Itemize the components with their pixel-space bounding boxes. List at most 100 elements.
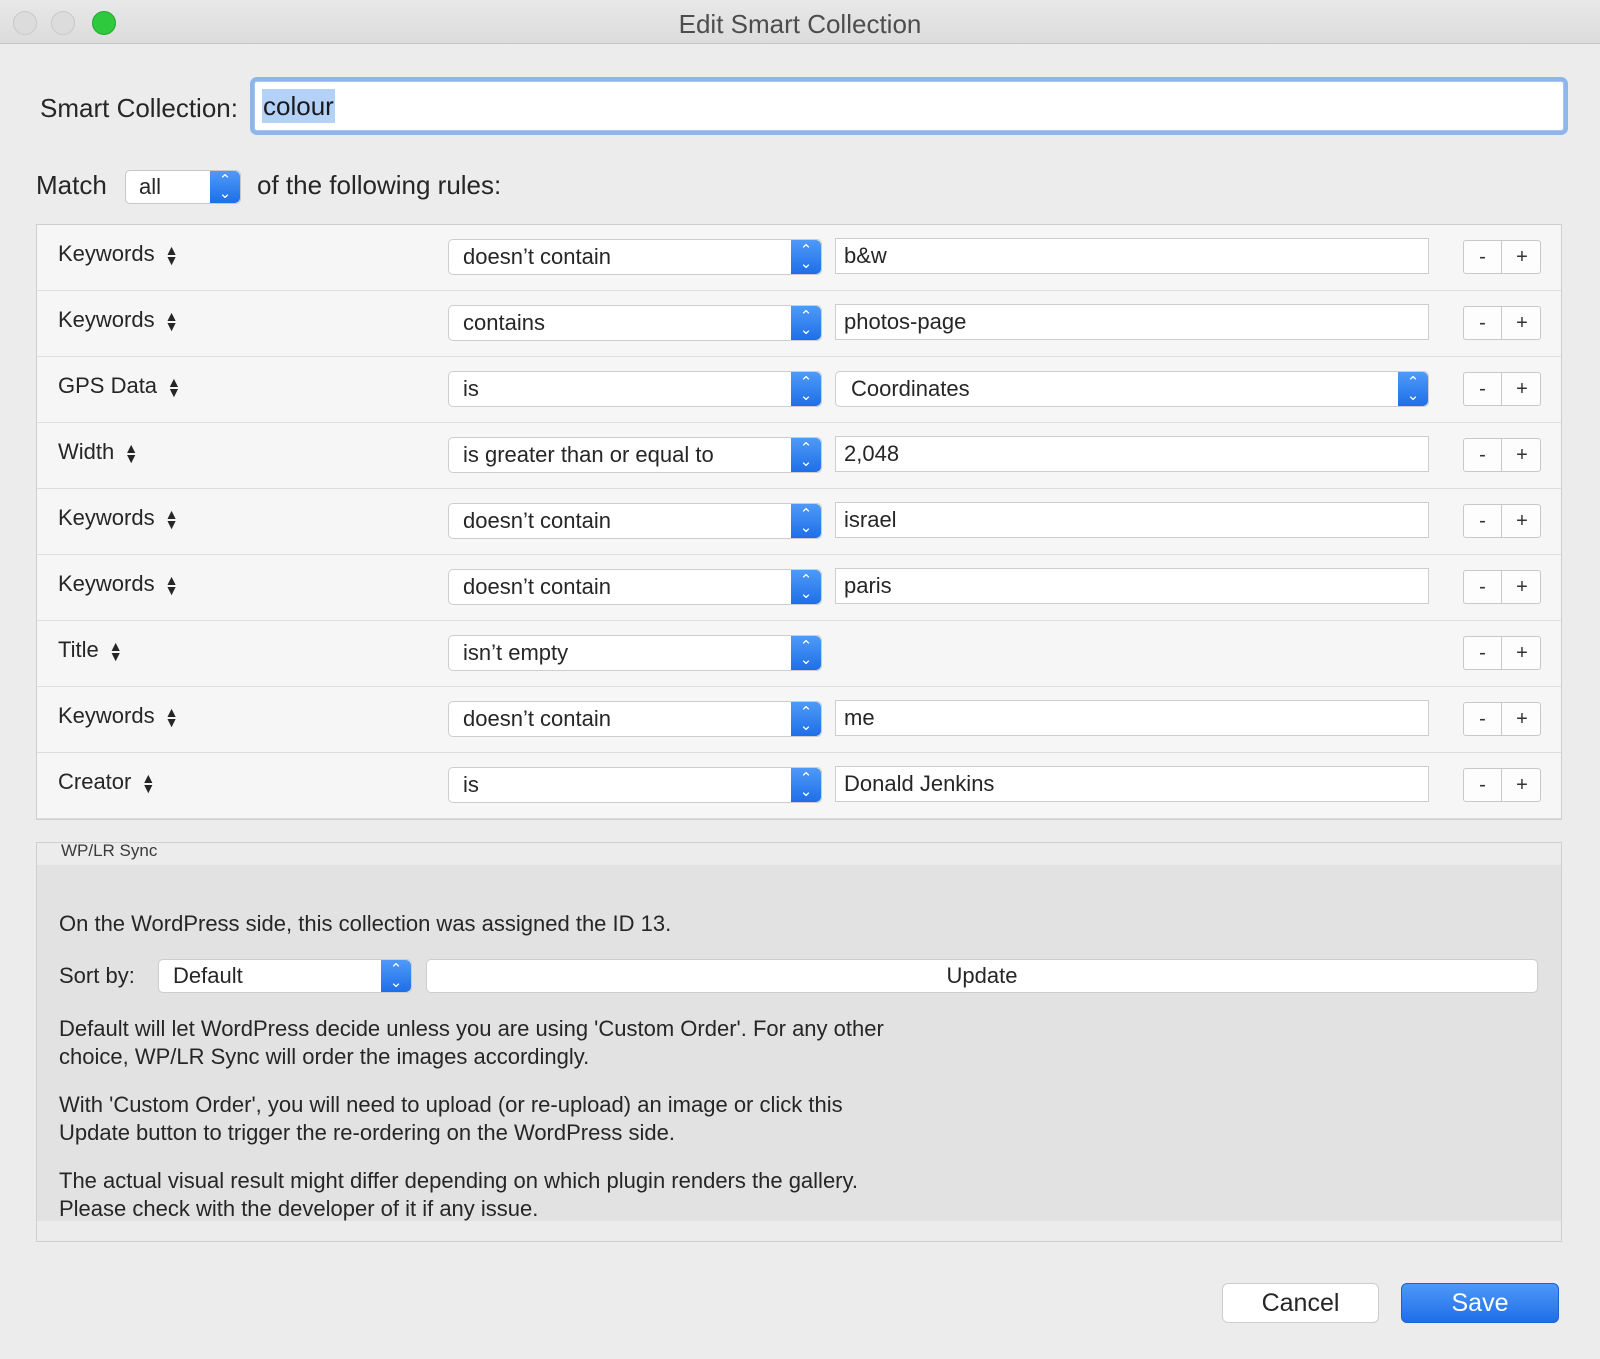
rule-field-select[interactable]: Title ▲ ▼ (58, 637, 123, 663)
rule-field-select[interactable]: Keywords ▲ ▼ (58, 703, 178, 729)
rule-value-input[interactable]: me (835, 700, 1429, 736)
update-button[interactable]: Update (426, 959, 1538, 993)
rule-row: Keywords ▲ ▼ doesn’t contain ⌃ ⌄ b&w - + (37, 225, 1561, 291)
rule-operator-label: doesn’t contain (463, 706, 611, 731)
add-rule-button[interactable]: + (1503, 241, 1541, 273)
help-text-default: Default will let WordPress decide unless… (59, 1016, 884, 1069)
window-title: Edit Smart Collection (678, 9, 922, 39)
rule-row: Keywords ▲ ▼ doesn’t contain ⌃ ⌄ israel - + (37, 489, 1561, 555)
add-rule-button[interactable]: + (1503, 439, 1541, 471)
rule-operator-select[interactable]: doesn’t contain ⌃ ⌄ (448, 503, 822, 539)
rule-operator-select[interactable]: is greater than or equal to ⌃ ⌄ (448, 437, 822, 473)
rule-operator-select[interactable]: doesn’t contain ⌃ ⌄ (448, 239, 822, 275)
match-select-value: all (139, 174, 162, 199)
chevron-updown-icon: ⌃ ⌄ (791, 438, 821, 472)
rule-operator-select[interactable]: is ⌃ ⌄ (448, 371, 822, 407)
save-button[interactable]: Save (1401, 1283, 1559, 1323)
help-text-visual-result: The actual visual result might differ de… (59, 1168, 858, 1221)
rule-operator-label: doesn’t contain (463, 244, 611, 269)
rule-value-input[interactable]: israel (835, 502, 1429, 538)
chevron-updown-icon: ⌃ ⌄ (791, 372, 821, 406)
rule-field-label: GPS Data (58, 373, 158, 398)
title-bar: Edit Smart Collection (0, 0, 1600, 44)
remove-rule-button[interactable]: - (1464, 637, 1502, 669)
rule-field-select[interactable]: Width ▲ ▼ (58, 439, 138, 465)
remove-rule-button[interactable]: - (1464, 241, 1502, 273)
cancel-button[interactable]: Cancel (1222, 1283, 1379, 1323)
rule-value-input[interactable]: 2,048 (835, 436, 1429, 472)
rule-add-remove-control: - + (1463, 372, 1541, 406)
chevron-updown-icon: ⌃ ⌄ (791, 504, 821, 538)
rule-row: GPS Data ▲ ▼ is ⌃ ⌄ Coordinates ⌃ ⌄ - + (37, 357, 1561, 423)
updown-arrows-icon: ▲ ▼ (164, 506, 179, 533)
rule-field-select[interactable]: Keywords ▲ ▼ (58, 307, 178, 333)
updown-arrows-icon: ▲ ▼ (164, 572, 179, 599)
help-text-custom-order: With 'Custom Order', you will need to up… (59, 1092, 843, 1145)
rule-field-select[interactable]: Creator ▲ ▼ (58, 769, 155, 795)
rule-field-select[interactable]: Keywords ▲ ▼ (58, 571, 178, 597)
updown-arrows-icon: ▲ ▼ (164, 242, 179, 269)
smart-collection-label: Smart Collection: (40, 93, 238, 123)
remove-rule-button[interactable]: - (1464, 439, 1502, 471)
rule-add-remove-control: - + (1463, 702, 1541, 736)
rule-operator-select[interactable]: is ⌃ ⌄ (448, 767, 822, 803)
remove-rule-button[interactable]: - (1464, 307, 1502, 339)
rule-operator-label: contains (463, 310, 545, 335)
chevron-updown-icon: ⌃ ⌄ (791, 636, 821, 670)
add-rule-button[interactable]: + (1503, 373, 1541, 405)
remove-rule-button[interactable]: - (1464, 373, 1502, 405)
rule-field-select[interactable]: GPS Data ▲ ▼ (58, 373, 181, 399)
rule-value-input[interactable]: paris (835, 568, 1429, 604)
rule-operator-select[interactable]: isn’t empty ⌃ ⌄ (448, 635, 822, 671)
rule-value-select[interactable]: Coordinates ⌃ ⌄ (835, 371, 1429, 407)
sort-by-select[interactable]: Default ⌃ ⌄ (158, 959, 412, 993)
add-rule-button[interactable]: + (1503, 307, 1541, 339)
rule-value-input[interactable]: photos-page (835, 304, 1429, 340)
updown-arrows-icon: ▲ ▼ (164, 704, 179, 731)
chevron-updown-icon: ⌃ ⌄ (381, 960, 411, 992)
remove-rule-button[interactable]: - (1464, 769, 1502, 801)
rule-add-remove-control: - + (1463, 768, 1541, 802)
remove-rule-button[interactable]: - (1464, 571, 1502, 603)
sort-by-label: Sort by: (59, 963, 135, 988)
rule-field-select[interactable]: Keywords ▲ ▼ (58, 241, 178, 267)
chevron-updown-icon: ⌃ ⌄ (1398, 372, 1428, 406)
rule-row: Keywords ▲ ▼ doesn’t contain ⌃ ⌄ me - + (37, 687, 1561, 753)
add-rule-button[interactable]: + (1503, 637, 1541, 669)
rule-operator-select[interactable]: doesn’t contain ⌃ ⌄ (448, 569, 822, 605)
rule-value-input[interactable]: Donald Jenkins (835, 766, 1429, 802)
rule-field-label: Keywords (58, 505, 155, 530)
add-rule-button[interactable]: + (1503, 703, 1541, 735)
updown-arrows-icon: ▲ ▼ (108, 638, 123, 665)
sync-id-text: On the WordPress side, this collection w… (59, 911, 672, 936)
updown-arrows-icon: ▲ ▼ (167, 374, 181, 401)
rule-operator-select[interactable]: contains ⌃ ⌄ (448, 305, 822, 341)
rule-value-input[interactable]: b&w (835, 238, 1429, 274)
chevron-updown-icon: ⌃ ⌄ (791, 240, 821, 274)
rule-row: Keywords ▲ ▼ contains ⌃ ⌄ photos-page - + (37, 291, 1561, 357)
rule-operator-select[interactable]: doesn’t contain ⌃ ⌄ (448, 701, 822, 737)
rule-field-label: Keywords (58, 703, 155, 728)
wplr-sync-panel: WP/LR Sync On the WordPress side, this c… (36, 841, 1562, 1242)
updown-arrows-icon: ▲ ▼ (124, 440, 139, 467)
smart-collection-name-input[interactable] (254, 81, 1564, 131)
remove-rule-button[interactable]: - (1464, 505, 1502, 537)
rule-field-label: Keywords (58, 571, 155, 596)
remove-rule-button[interactable]: - (1464, 703, 1502, 735)
add-rule-button[interactable]: + (1503, 571, 1541, 603)
rule-row: Creator ▲ ▼ is ⌃ ⌄ Donald Jenkins - + (37, 753, 1561, 819)
rule-field-label: Keywords (58, 307, 155, 332)
rule-field-select[interactable]: Keywords ▲ ▼ (58, 505, 178, 531)
add-rule-button[interactable]: + (1503, 505, 1541, 537)
rule-field-label: Title (58, 637, 99, 662)
rule-add-remove-control: - + (1463, 240, 1541, 274)
sort-by-value: Default (173, 963, 243, 988)
rule-operator-label: is greater than or equal to (463, 442, 714, 467)
rule-operator-label: is (463, 772, 479, 797)
rule-row: Keywords ▲ ▼ doesn’t contain ⌃ ⌄ paris - + (37, 555, 1561, 621)
edit-smart-collection-dialog: Edit Smart Collection Smart Collection: … (0, 0, 1600, 1359)
match-select[interactable]: all ⌃ ⌄ (125, 170, 241, 204)
rule-operator-label: isn’t empty (463, 640, 569, 665)
rule-row: Title ▲ ▼ isn’t empty ⌃ ⌄ - + (37, 621, 1561, 687)
add-rule-button[interactable]: + (1503, 769, 1541, 801)
